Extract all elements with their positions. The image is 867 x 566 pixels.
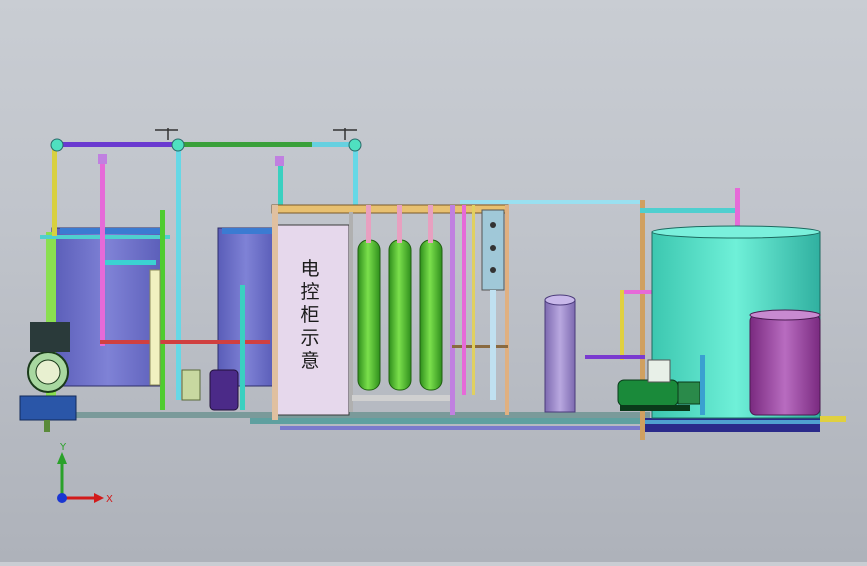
pressure-tank[interactable] [749,309,821,416]
uv-sterilizer[interactable] [544,294,576,413]
equipment-frame [450,205,509,415]
axis-triad: Y X [46,440,126,510]
y-axis-label: Y [59,442,67,453]
raw-water-pump[interactable] [19,322,77,432]
cabinet-label: 电控柜示意 [300,258,320,372]
membrane-filters[interactable] [352,205,452,401]
cad-viewport[interactable]: 电控柜示意 Y X [0,0,867,562]
dosing-pump[interactable] [181,369,239,411]
x-arrow-icon [94,493,104,503]
z-axis-icon [57,493,67,503]
assembly-drawing[interactable] [0,0,867,562]
y-arrow-icon [57,452,67,464]
tank-middle[interactable] [217,227,275,387]
x-axis-label: X [106,494,113,505]
